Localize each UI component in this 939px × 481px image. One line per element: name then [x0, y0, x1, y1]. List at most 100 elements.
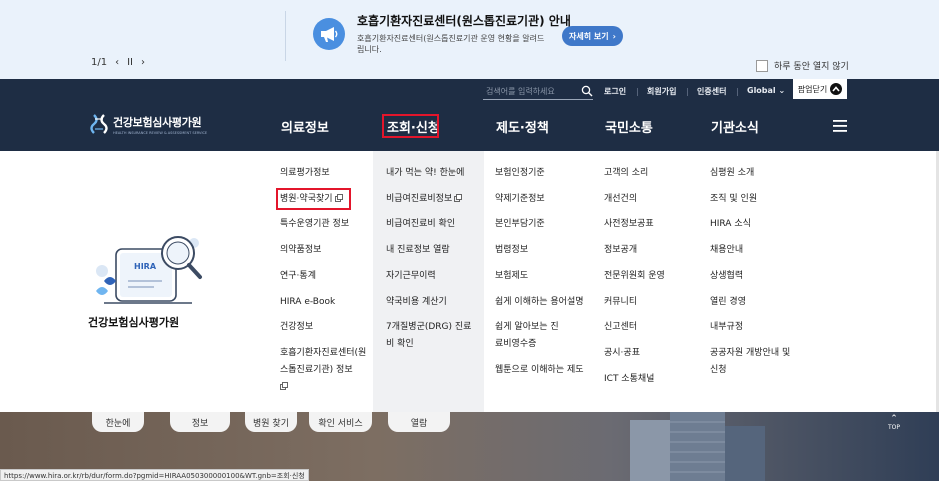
popup-close-button[interactable]: 팝업닫기	[793, 79, 847, 99]
hira-illustration: HIRA	[96, 236, 202, 304]
site-logo[interactable]: 건강보험심사평가원 HEALTH INSURANCE REVIEW & ASSE…	[90, 113, 207, 135]
menu-item[interactable]: ICT 소통채널	[604, 371, 654, 388]
external-link-icon	[454, 194, 463, 202]
top-button[interactable]: ⌃ TOP	[880, 412, 908, 434]
menu-item[interactable]: 전문위원회 운영	[604, 268, 665, 285]
menu-item[interactable]: 채용안내	[710, 242, 743, 259]
menu-item[interactable]: 보험제도	[495, 268, 528, 285]
pager-count: 1/1	[91, 57, 108, 68]
no-show-checkbox[interactable]	[756, 59, 768, 72]
no-show-today[interactable]: 하루 동안 열지 않기	[756, 59, 849, 72]
menu-item[interactable]: 보험인정기준	[495, 165, 545, 182]
quick-button[interactable]: 한눈에	[92, 412, 144, 432]
menu-item[interactable]: 공시·공표	[604, 345, 640, 362]
pager-pause-button[interactable]: II	[127, 57, 133, 68]
external-link-icon	[280, 382, 288, 390]
chevron-up-icon	[830, 83, 843, 95]
chevron-down-icon: ⌄	[778, 86, 786, 95]
menu-item-label: 호흡기환자진료센터(원스톱진료기관) 정보	[280, 348, 367, 375]
util-divider	[687, 88, 688, 96]
quick-button[interactable]: 정보	[170, 412, 230, 432]
global-link[interactable]: Global ⌄	[747, 86, 785, 95]
gnb-selection-highlight	[382, 114, 439, 138]
menu-item[interactable]: 의약품정보	[280, 242, 321, 259]
menu-item[interactable]: 약제기준정보	[495, 191, 545, 208]
menu-item[interactable]: 법령정보	[495, 242, 528, 259]
site-header: 로그인 회원가입 인증센터 Global ⌄ 팝업닫기 건강보험심사평가원 HE…	[0, 79, 939, 151]
menu-item[interactable]: 자기근무이력	[386, 268, 436, 285]
menu-item[interactable]: 정보공개	[604, 242, 637, 259]
logo-text-wrap: 건강보험심사평가원 HEALTH INSURANCE REVIEW & ASSE…	[113, 114, 207, 135]
menu-item[interactable]: 공공자원 개방안내 및 신청	[710, 345, 798, 379]
menu-item[interactable]: 비급여진료비 확인	[386, 216, 455, 233]
quick-button[interactable]: 병원 찾기	[245, 412, 297, 432]
menu-item[interactable]: 커뮤니티	[604, 294, 637, 311]
building-photo	[630, 412, 765, 481]
popup-close-label: 팝업닫기	[797, 84, 828, 94]
hira-logo-icon	[90, 114, 108, 134]
menu-item[interactable]: 쉽게 알아보는 진료비영수증	[495, 319, 565, 353]
menu-item[interactable]: 연구·통계	[280, 268, 316, 285]
pager-next-button[interactable]: ›	[141, 57, 145, 68]
util-divider	[637, 88, 638, 96]
search-input[interactable]	[486, 85, 576, 98]
logo-text: 건강보험심사평가원	[113, 115, 202, 129]
login-link[interactable]: 로그인	[604, 86, 626, 97]
hira-illustration-label: HIRA	[134, 262, 157, 271]
menu-item[interactable]: 열린 경영	[710, 294, 746, 311]
status-bar-url: https://www.hira.or.kr/rb/dur/form.do?pg…	[0, 469, 309, 481]
menu-item-label: 비급여진료비정보	[386, 194, 453, 204]
cert-center-link[interactable]: 인증센터	[697, 86, 726, 97]
menu-item[interactable]: 웹툰으로 이해하는 제도	[495, 362, 584, 379]
no-show-label: 하루 동안 열지 않기	[774, 62, 849, 72]
menu-item[interactable]: 고객의 소리	[604, 165, 648, 182]
popup-pager: 1/1 ‹ II ›	[91, 57, 145, 68]
gnb-agency-news[interactable]: 기관소식	[711, 117, 759, 136]
org-name: 건강보험심사평가원	[88, 316, 180, 329]
arrow-up-icon: ⌃	[890, 414, 898, 424]
chevron-right-icon: ›	[612, 31, 616, 41]
menu-item[interactable]: 약국비용 계산기	[386, 294, 447, 311]
menu-item-noncovered-info[interactable]: 비급여진료비정보	[386, 191, 463, 208]
menu-item[interactable]: 특수운영기관 정보	[280, 216, 349, 233]
search-icon[interactable]	[581, 85, 593, 97]
menu-item[interactable]: 심평원 소개	[710, 165, 754, 182]
menu-item[interactable]: HIRA e-Book	[280, 294, 335, 311]
menu-item[interactable]: 의료평가정보	[280, 165, 330, 182]
menu-item[interactable]: 조직 및 인원	[710, 191, 757, 208]
menu-item[interactable]: 사전정보공표	[604, 216, 654, 233]
quick-button[interactable]: 열람	[388, 412, 450, 432]
megaphone-icon	[313, 18, 345, 50]
menu-item[interactable]: 본인부담기준	[495, 216, 545, 233]
logo-subtext: HEALTH INSURANCE REVIEW & ASSESSMENT SER…	[113, 130, 208, 135]
search-box	[483, 83, 593, 100]
hamburger-menu-icon[interactable]	[833, 120, 847, 132]
mega-menu: HIRA 건강보험심사평가원 의료평가정보 병원·약국찾기 특수운영기관 정보 …	[0, 151, 939, 412]
menu-item[interactable]: 상생협력	[710, 268, 743, 285]
menu-item[interactable]: 내부규정	[710, 319, 743, 336]
menu-item[interactable]: 신고센터	[604, 319, 637, 336]
menu-item[interactable]: 내가 먹는 약! 한눈에	[386, 165, 464, 182]
detail-button[interactable]: 자세히 보기 ›	[562, 26, 623, 46]
menu-item[interactable]: HIRA 소식	[710, 216, 751, 233]
menu-item[interactable]: 7개질병군(DRG) 진료비 확인	[386, 319, 478, 353]
menu-item-selection-highlight	[276, 188, 351, 210]
popup-description: 호흡기환자진료센터(원스톱진료기관 운영 현황을 알려드립니다.	[357, 34, 545, 54]
menu-item[interactable]: 개선건의	[604, 191, 637, 208]
detail-button-label: 자세히 보기	[569, 31, 609, 41]
menu-item-respiratory-center[interactable]: 호흡기환자진료센터(원스톱진료기관) 정보	[280, 345, 368, 396]
quick-button[interactable]: 확인 서비스	[309, 412, 372, 432]
gnb-public-comm[interactable]: 국민소통	[605, 117, 653, 136]
pager-prev-button[interactable]: ‹	[115, 57, 119, 68]
banner-divider	[285, 11, 286, 61]
popup-title: 호흡기환자진료센터(원스톱진료기관) 안내	[357, 14, 571, 28]
menu-item[interactable]: 쉽게 이해하는 용어설명	[495, 294, 584, 311]
gnb-system-policy[interactable]: 제도·정책	[496, 117, 549, 136]
menu-item[interactable]: 내 진료정보 열람	[386, 242, 450, 259]
global-label: Global	[747, 86, 776, 95]
signup-link[interactable]: 회원가입	[647, 86, 676, 97]
utility-bar: 로그인 회원가입 인증센터 Global ⌄ 팝업닫기	[0, 79, 939, 105]
gnb-medical-info[interactable]: 의료정보	[281, 117, 329, 136]
top-button-label: TOP	[887, 424, 900, 431]
menu-item[interactable]: 건강정보	[280, 319, 313, 336]
